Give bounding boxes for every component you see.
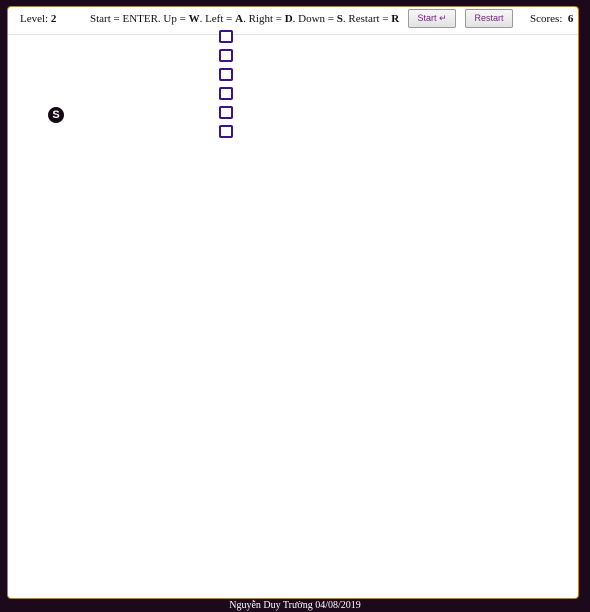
controls-right-text: . Right = bbox=[243, 13, 285, 25]
top-bar: Level: 2 Start = ENTER. Up = W. Left = A… bbox=[8, 7, 578, 35]
up-key: W bbox=[188, 13, 200, 25]
start-button[interactable]: Start ↵ bbox=[408, 9, 456, 28]
game-board[interactable]: S bbox=[8, 30, 578, 598]
snake-segment bbox=[219, 68, 233, 81]
left-key: A bbox=[235, 13, 244, 25]
snake-segment bbox=[219, 87, 233, 100]
level-value: 2 bbox=[50, 13, 57, 25]
restart-key: R bbox=[391, 13, 400, 25]
scores-indicator: Scores: 6 bbox=[530, 13, 573, 25]
controls-down-text: . Down = bbox=[292, 13, 337, 25]
scores-label: Scores: bbox=[530, 13, 563, 25]
right-key: D bbox=[284, 13, 293, 25]
snake-segment bbox=[219, 106, 233, 119]
controls-restart-text: . Restart = bbox=[342, 13, 392, 25]
controls-instructions: Start = ENTER. Up = W. Left = A. Right =… bbox=[90, 13, 399, 25]
game-frame: Level: 2 Start = ENTER. Up = W. Left = A… bbox=[7, 6, 579, 599]
controls-left-text: . Left = bbox=[199, 13, 236, 25]
restart-button[interactable]: Restart bbox=[465, 9, 513, 28]
level-label: Level: bbox=[20, 13, 49, 25]
snake-segment bbox=[219, 30, 233, 43]
scores-value: 6 bbox=[567, 13, 574, 25]
snake-segment bbox=[219, 49, 233, 62]
level-indicator: Level: 2 bbox=[20, 13, 56, 25]
footer-credit: Nguyễn Duy Trường 04/08/2019 bbox=[229, 600, 361, 611]
skype-icon: S bbox=[48, 107, 64, 123]
controls-start-text: Start = ENTER. Up = bbox=[90, 13, 189, 25]
snake-segment bbox=[219, 125, 233, 138]
